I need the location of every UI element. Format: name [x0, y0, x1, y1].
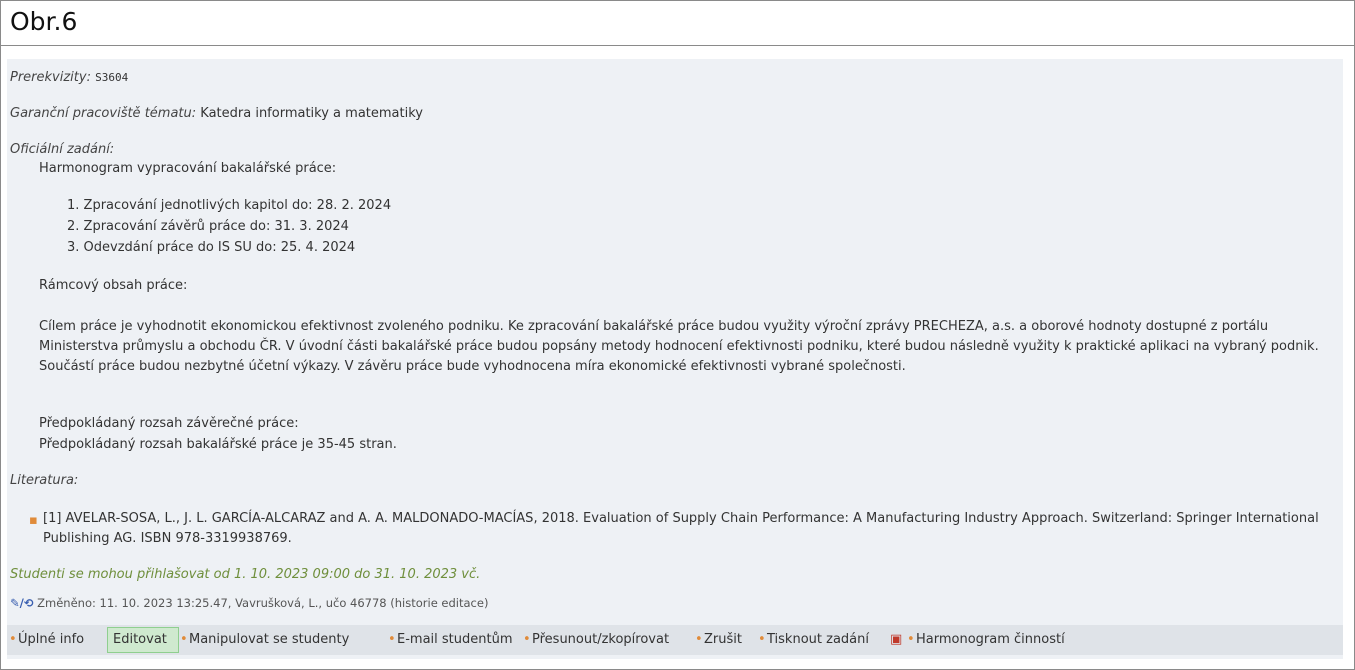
schedule-item: 3. Odevzdání práce do IS SU do: 25. 4. 2…	[67, 240, 356, 255]
figure-title: Obr.6	[10, 7, 78, 36]
separator: •	[758, 632, 766, 647]
action-bar: • Úplné info Editovat • Manipulovat se s…	[7, 625, 1343, 655]
separator: •	[388, 632, 396, 647]
scope-text: Předpokládaný rozsah bakalářské práce je…	[39, 437, 397, 452]
thesis-detail-panel: Prerekvizity: S3604 Garanční pracoviště …	[7, 59, 1343, 659]
separator: •	[180, 632, 188, 647]
assignment-label: Oficiální zadání:	[10, 142, 115, 157]
guarantor-row: Garanční pracoviště tématu: Katedra info…	[10, 106, 423, 121]
print-icon[interactable]: ▣	[890, 632, 902, 647]
changed-text[interactable]: Změněno: 11. 10. 2023 13:25.47, Vavruško…	[37, 596, 488, 610]
separator: •	[523, 632, 531, 647]
separator: •	[695, 632, 703, 647]
signup-period: Studenti se mohou přihlašovat od 1. 10. …	[10, 567, 481, 582]
prerequisites-label: Prerekvizity:	[10, 70, 91, 85]
content-text: Cílem práce je vyhodnotit ekonomickou ef…	[39, 319, 1319, 374]
manage-students-link[interactable]: Manipulovat se studenty	[189, 632, 349, 647]
activity-schedule-link[interactable]: Harmonogram činností	[916, 632, 1065, 647]
guarantor-label: Garanční pracoviště tématu:	[10, 106, 197, 121]
guarantor-value: Katedra informatiky a matematiky	[200, 106, 423, 121]
prerequisites-row: Prerekvizity: S3604	[10, 70, 128, 85]
literature-item: [1] AVELAR-SOSA, L., J. L. GARCÍA-ALCARA…	[43, 511, 1319, 546]
prerequisites-value: S3604	[95, 71, 129, 84]
edit-link[interactable]: Editovat	[113, 632, 167, 647]
email-students-link[interactable]: E-mail studentům	[397, 632, 513, 647]
move-copy-link[interactable]: Přesunout/zkopírovat	[532, 632, 669, 647]
print-assignment-link[interactable]: Tisknout zadání	[767, 632, 869, 647]
content-heading: Rámcový obsah práce:	[39, 278, 188, 293]
cancel-link[interactable]: Zrušit	[704, 632, 742, 647]
scope-heading: Předpokládaný rozsah závěrečné práce:	[39, 416, 299, 431]
literature-label: Literatura:	[10, 473, 79, 488]
separator: •	[907, 632, 915, 647]
changed-row: ✎/⟲ Změněno: 11. 10. 2023 13:25.47, Vavr…	[10, 596, 488, 610]
schedule-item: 2. Zpracování závěrů práce do: 31. 3. 20…	[67, 219, 349, 234]
schedule-heading: Harmonogram vypracování bakalářské práce…	[39, 161, 337, 176]
edit-history-icon[interactable]: ✎/⟲	[10, 596, 33, 610]
full-info-link[interactable]: Úplné info	[18, 632, 84, 647]
figure-header: Obr.6	[1, 1, 1354, 46]
schedule-item: 1. Zpracování jednotlivých kapitol do: 2…	[67, 198, 392, 213]
literature-bullet: ▪	[29, 513, 38, 528]
figure-frame: Obr.6 Prerekvizity: S3604 Garanční praco…	[0, 0, 1355, 670]
separator: •	[9, 632, 17, 647]
